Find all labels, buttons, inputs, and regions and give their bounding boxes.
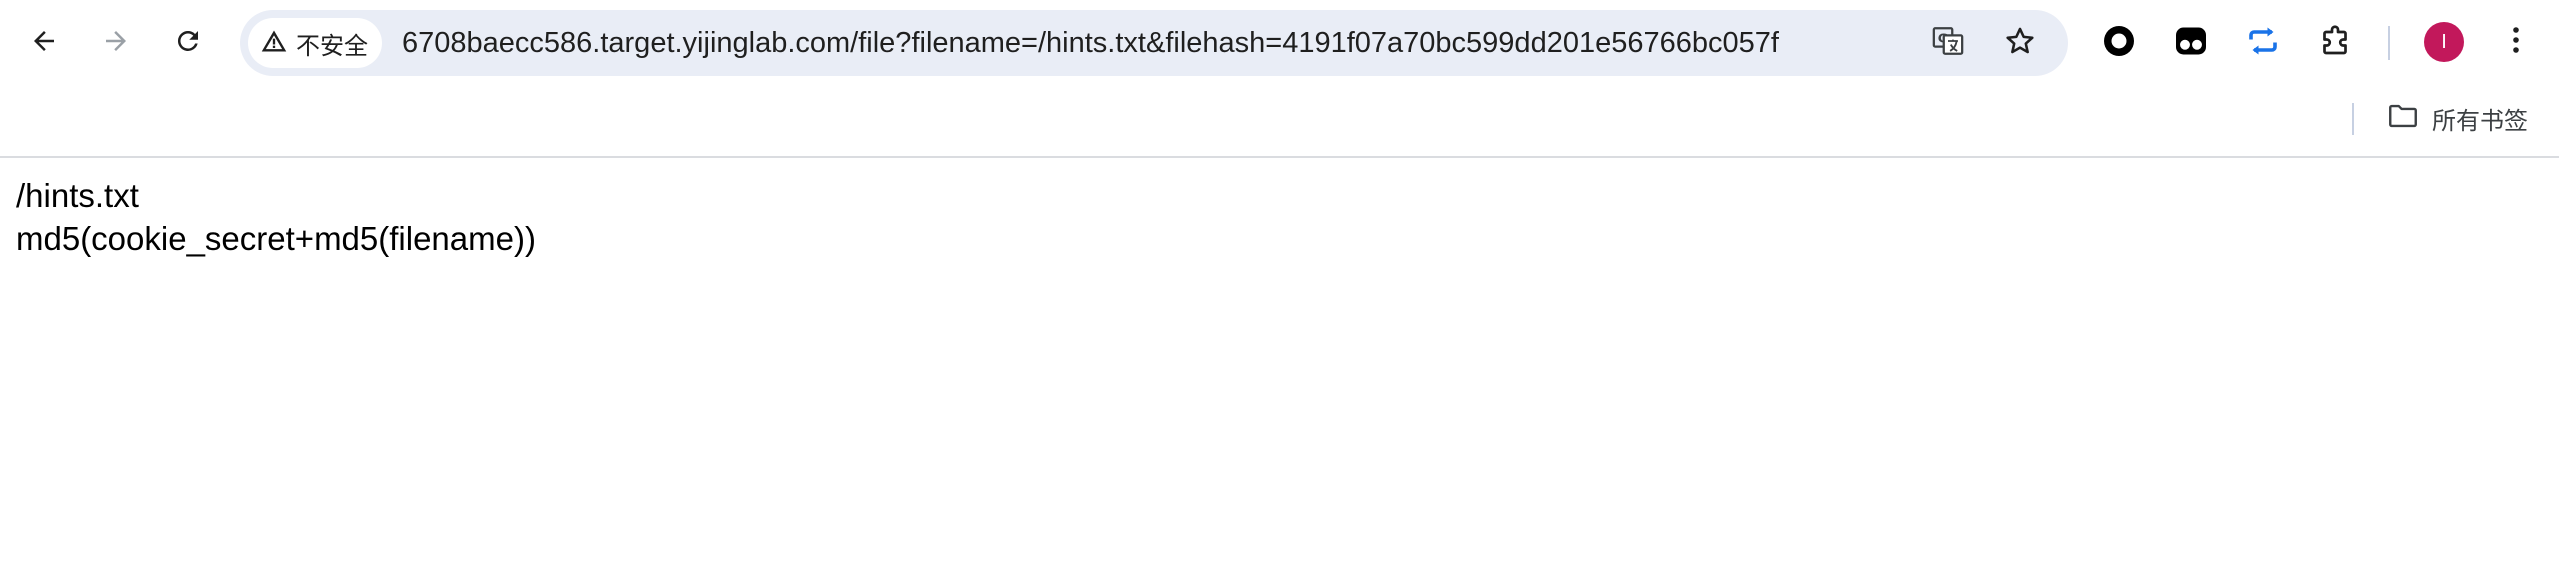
translate-button[interactable]: G bbox=[1928, 23, 1968, 63]
browser-toolbar: 不安全 6708baecc586.target.yijinglab.com/fi… bbox=[0, 0, 2559, 86]
three-dots-icon bbox=[2512, 25, 2520, 60]
profile-avatar-button[interactable]: I bbox=[2424, 22, 2464, 62]
bookmark-star-button[interactable] bbox=[2000, 23, 2040, 63]
sync-icon bbox=[2245, 23, 2281, 64]
hint-formula-line: md5(cookie_secret+md5(filename)) bbox=[16, 220, 536, 257]
bookmarks-divider bbox=[2352, 103, 2354, 135]
extension-dark-button[interactable] bbox=[2169, 21, 2213, 65]
reload-icon bbox=[173, 26, 203, 61]
star-icon bbox=[2003, 24, 2037, 63]
url-text[interactable]: 6708baecc586.target.yijinglab.com/file?f… bbox=[402, 10, 1779, 76]
arrow-left-icon bbox=[29, 26, 59, 61]
site-info-button[interactable]: 不安全 bbox=[248, 18, 382, 68]
browser-menu-button[interactable] bbox=[2496, 20, 2536, 64]
extension-dark-icon bbox=[2173, 23, 2209, 64]
forward-button[interactable] bbox=[92, 19, 140, 67]
extension-sync-button[interactable] bbox=[2241, 21, 2285, 65]
back-button[interactable] bbox=[20, 19, 68, 67]
puzzle-icon bbox=[2317, 23, 2353, 64]
bookmarks-bar: 所有书签 bbox=[0, 86, 2559, 158]
file-path-line: /hints.txt bbox=[16, 177, 139, 214]
reload-button[interactable] bbox=[164, 19, 212, 67]
arrow-right-icon bbox=[101, 26, 131, 61]
extension-record-button[interactable] bbox=[2097, 21, 2141, 65]
page-content: /hints.txt md5(cookie_secret+md5(filenam… bbox=[16, 174, 536, 260]
all-bookmarks-label: 所有书签 bbox=[2432, 106, 2528, 135]
address-bar[interactable]: 不安全 6708baecc586.target.yijinglab.com/fi… bbox=[240, 10, 2068, 76]
record-icon bbox=[2101, 23, 2137, 64]
folder-icon bbox=[2386, 99, 2420, 138]
extensions-button[interactable] bbox=[2313, 21, 2357, 65]
security-status-label: 不安全 bbox=[296, 31, 368, 60]
toolbar-divider bbox=[2388, 26, 2390, 60]
warning-triangle-icon bbox=[260, 27, 288, 60]
translate-icon: G bbox=[1931, 24, 1965, 63]
all-bookmarks-button[interactable]: 所有书签 bbox=[2386, 98, 2528, 138]
